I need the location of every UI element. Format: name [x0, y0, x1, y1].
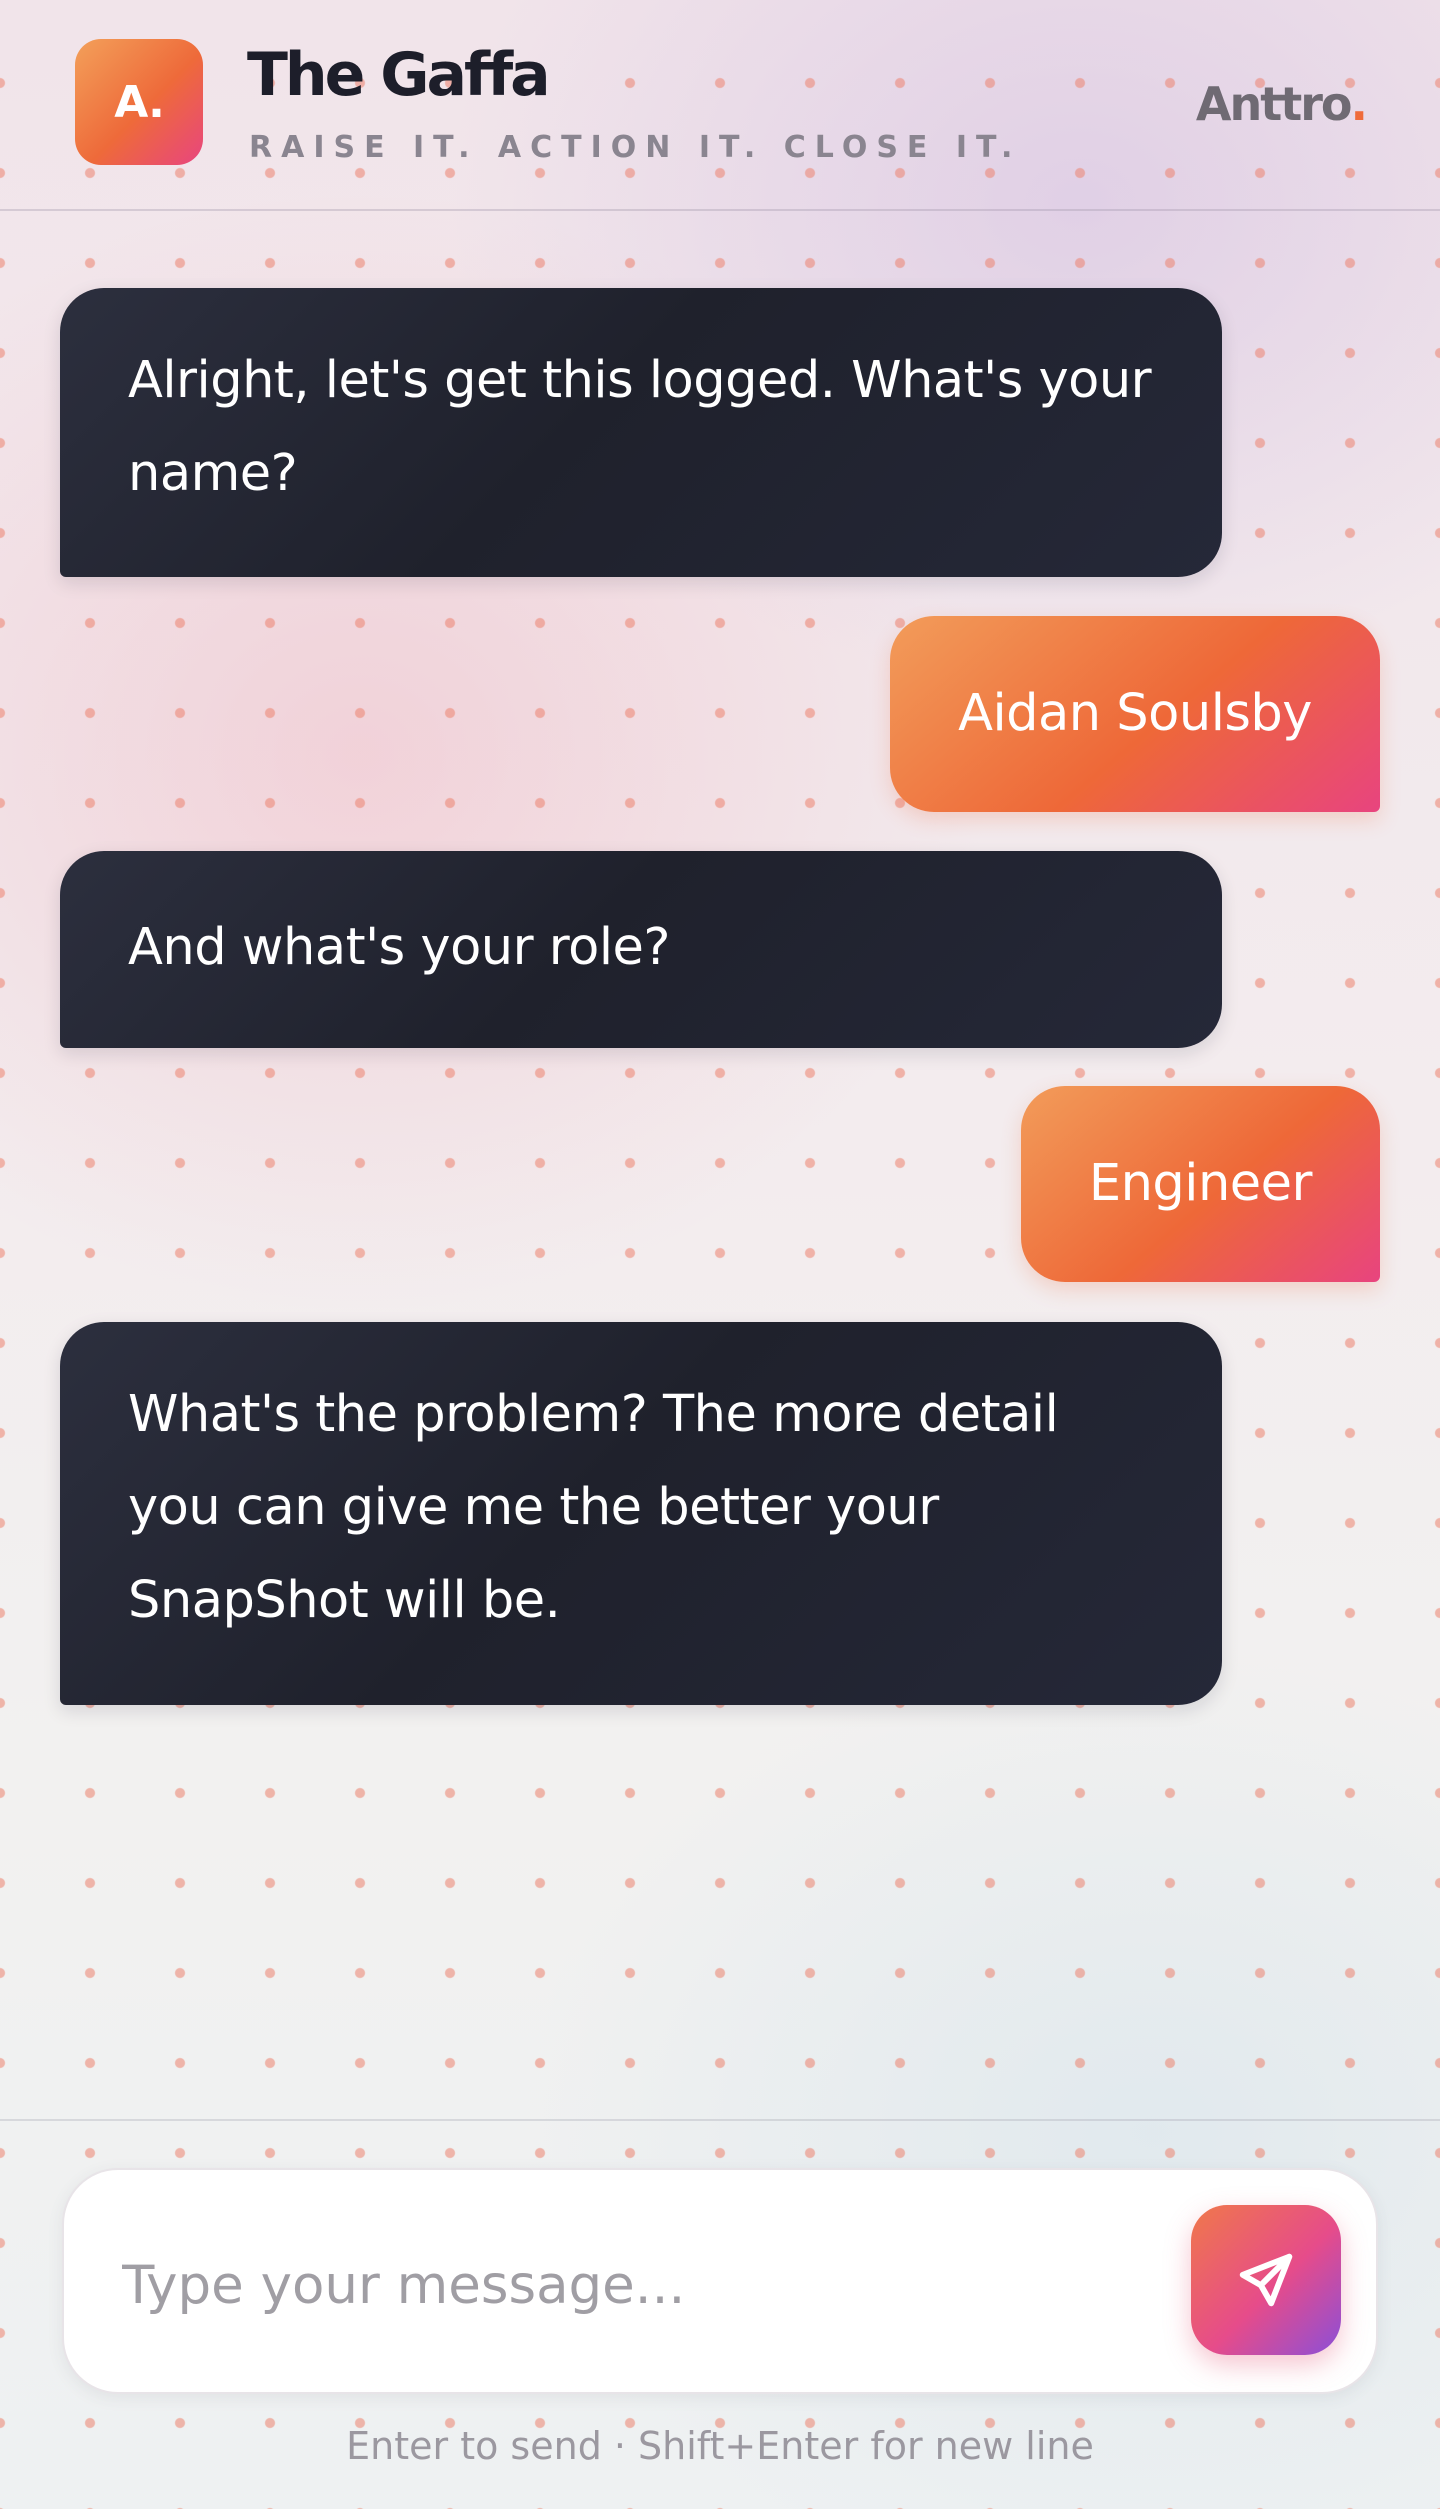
app-header: A. The Gaffa RAISE IT. ACTION IT. CLOSE … — [0, 0, 1440, 211]
bot-message: Alright, let's get this logged. What's y… — [60, 288, 1222, 577]
message-text: Engineer — [1088, 1154, 1313, 1213]
app-title: The Gaffa — [247, 40, 551, 110]
app-logo: A. — [75, 39, 203, 165]
message-text: Alright, let's get this logged. What's y… — [128, 351, 1152, 503]
logo-text: A. — [114, 76, 165, 128]
bot-message: And what's your role? — [60, 851, 1222, 1048]
brand-dot: . — [1350, 77, 1369, 131]
message-text: What's the problem? The more detail you … — [128, 1385, 1059, 1630]
user-message: Aidan Soulsby — [890, 616, 1380, 812]
message-input[interactable] — [122, 2230, 1122, 2340]
user-message: Engineer — [1020, 1086, 1380, 1282]
message-composer — [62, 2168, 1378, 2394]
bot-message: What's the problem? The more detail you … — [60, 1322, 1222, 1705]
app-tagline: RAISE IT. ACTION IT. CLOSE IT. — [249, 130, 1022, 165]
send-icon — [1239, 2253, 1293, 2307]
composer-hint: Enter to send · Shift+Enter for new line — [346, 2424, 1094, 2468]
send-button[interactable] — [1191, 2205, 1341, 2355]
brand-logo: Anttro. — [1195, 77, 1369, 131]
message-text: Aidan Soulsby — [958, 684, 1312, 743]
brand-name: Anttro — [1195, 77, 1353, 131]
composer-divider — [0, 2119, 1440, 2121]
message-text: And what's your role? — [128, 918, 670, 977]
